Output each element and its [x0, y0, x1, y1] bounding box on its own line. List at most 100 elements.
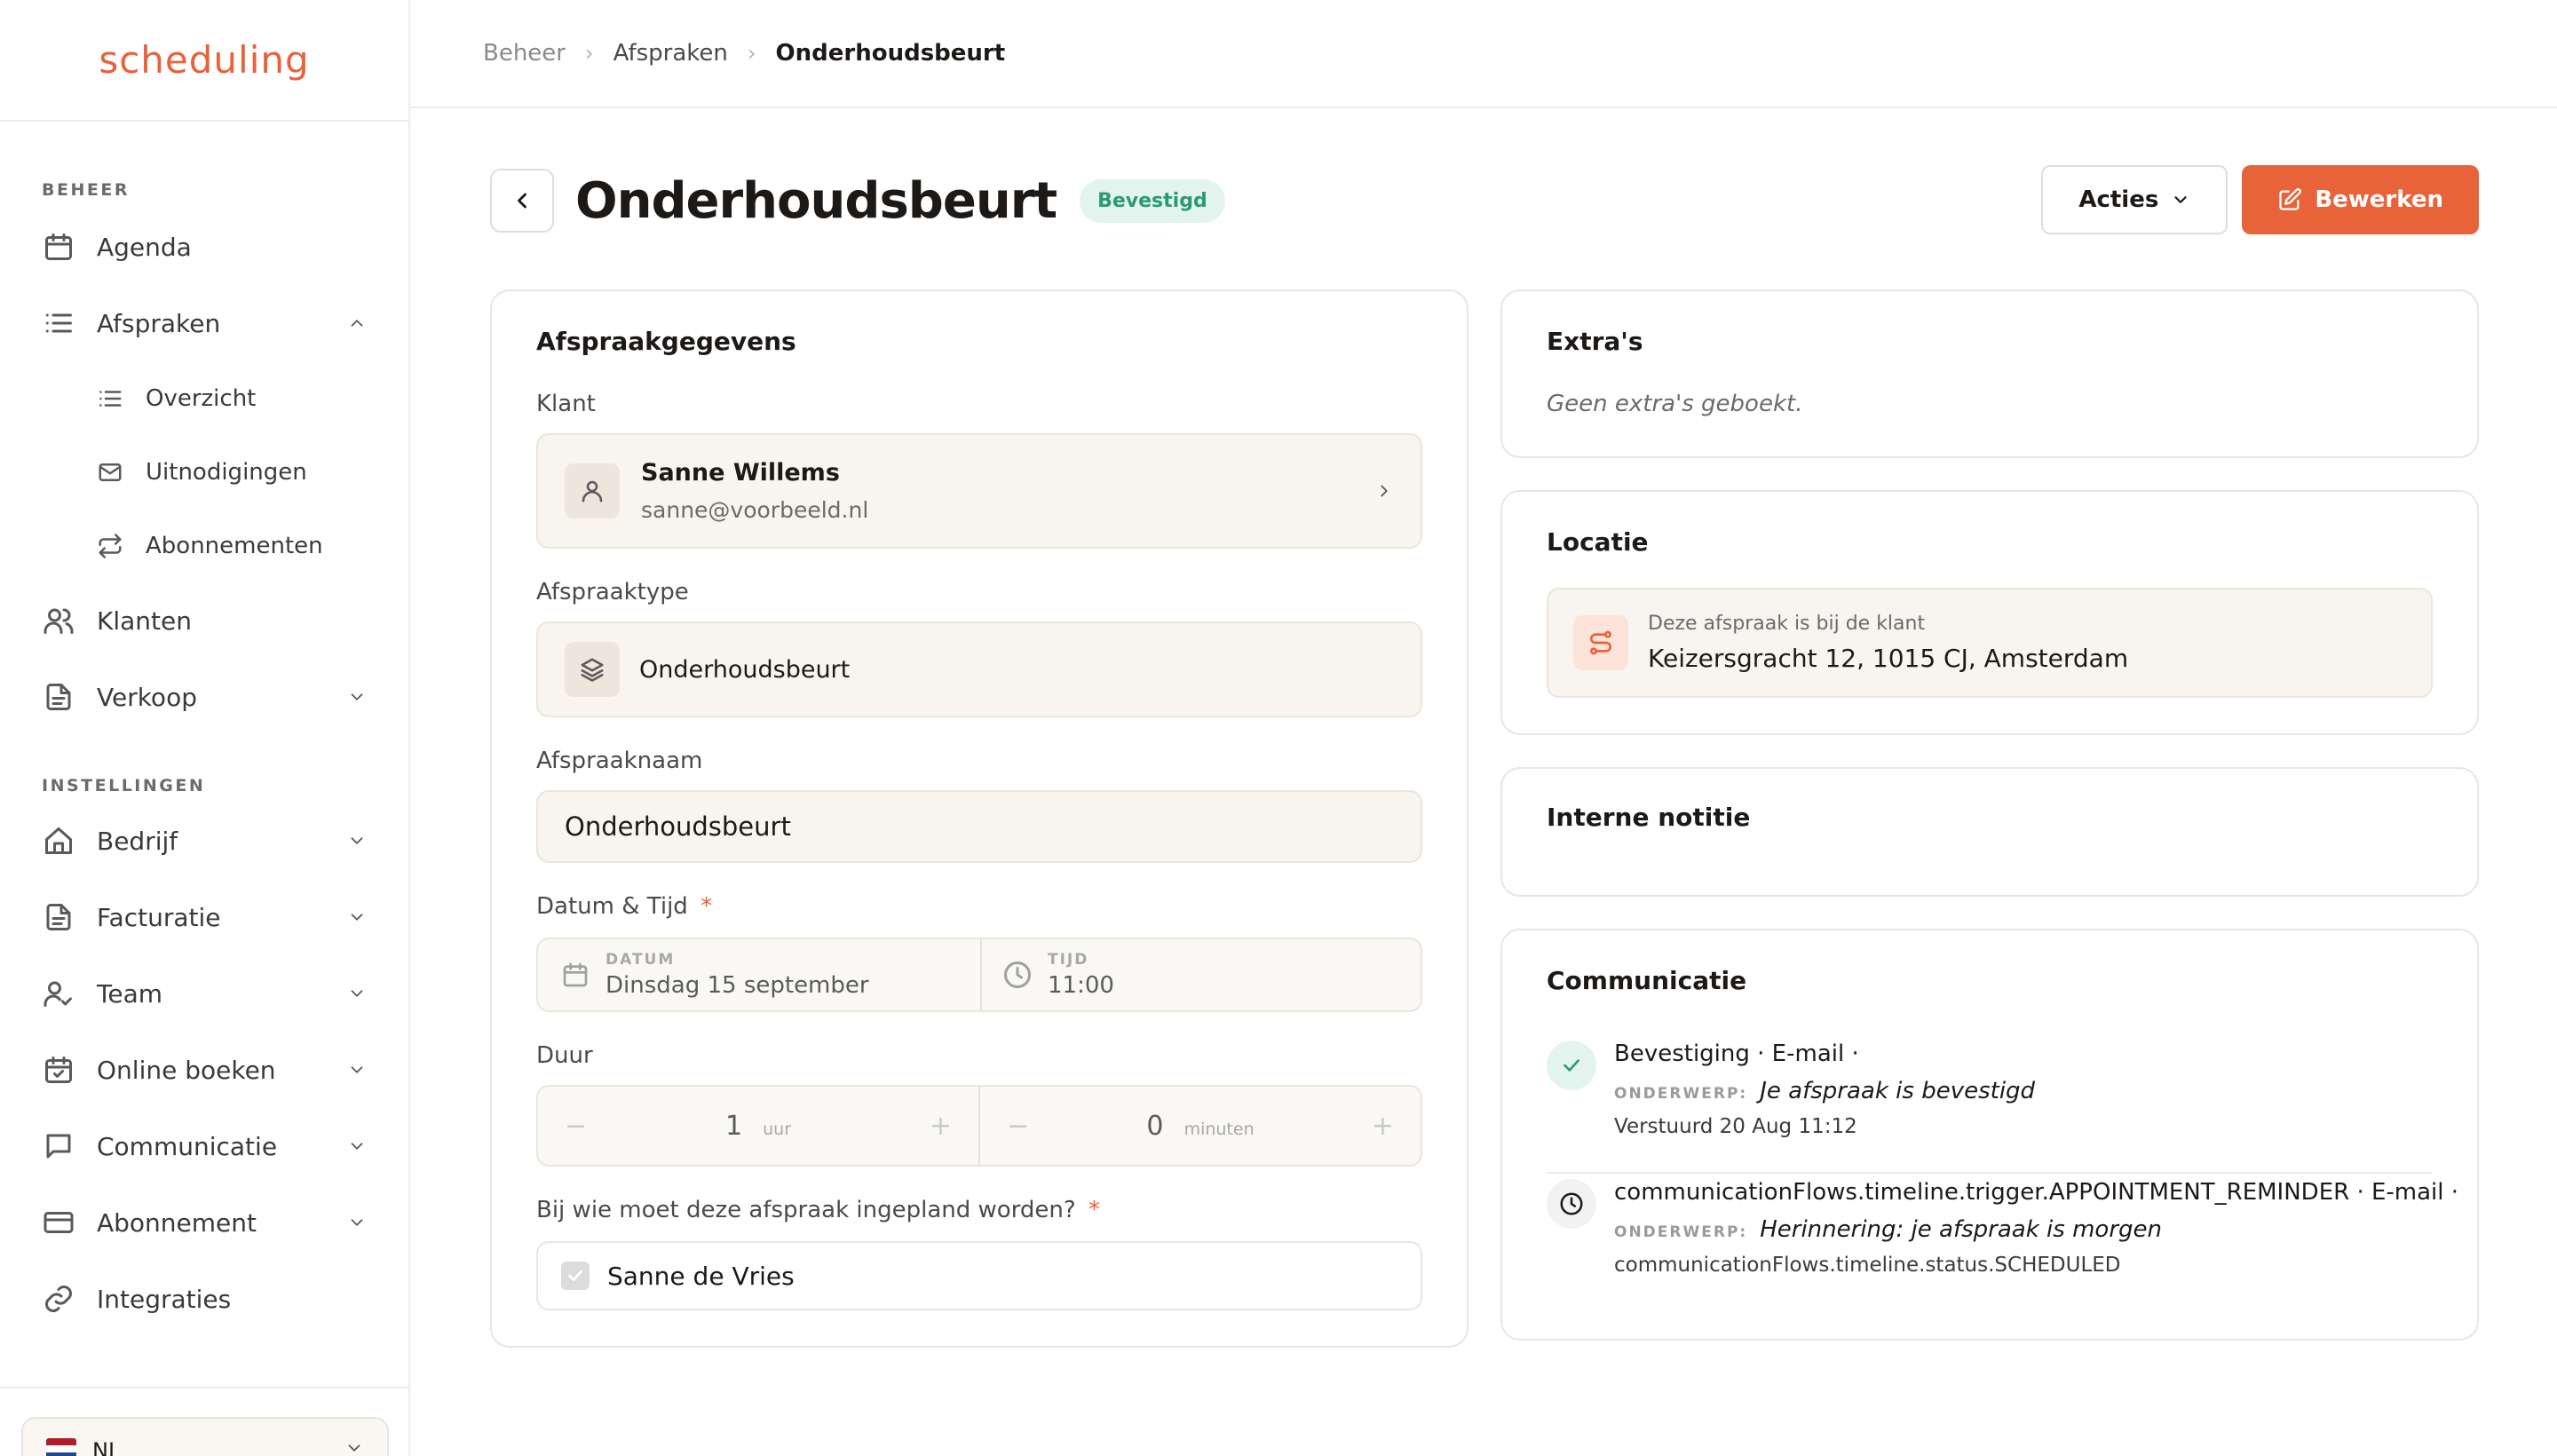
location-box: Deze afspraak is bij de klant Keizersgra… — [1547, 588, 2433, 698]
card-title: Interne notitie — [1547, 803, 1751, 832]
sidebar-item-facturatie[interactable]: Facturatie — [0, 879, 408, 955]
users-icon — [42, 604, 75, 637]
credit-card-icon — [42, 1206, 75, 1239]
appointment-type-field[interactable]: Onderhoudsbeurt — [536, 621, 1422, 717]
list-icon — [42, 306, 75, 340]
link-icon — [42, 1282, 75, 1316]
sidebar-item-label: Team — [97, 978, 163, 1009]
assign-label: Bij wie moet deze afspraak ingepland wor… — [536, 1197, 1100, 1223]
flag-nl-icon — [46, 1438, 76, 1456]
minutes-unit: minuten — [1184, 1119, 1255, 1139]
chevron-down-icon[interactable] — [347, 1060, 367, 1080]
chevron-left-icon — [518, 193, 526, 209]
sidebar-item-agenda[interactable]: Agenda — [0, 209, 408, 285]
language-label: NL — [92, 1438, 121, 1456]
chevron-down-icon[interactable] — [347, 687, 367, 707]
assignee-name: Sanne de Vries — [607, 1261, 795, 1291]
appointment-name-input[interactable]: Onderhoudsbeurt — [536, 790, 1422, 863]
chevron-down-icon — [2174, 196, 2187, 203]
sidebar-item-label: Overzicht — [146, 384, 257, 412]
date-caption: DATUM — [606, 951, 676, 969]
actions-dropdown-button[interactable]: Acties — [2041, 165, 2228, 234]
document-icon — [42, 680, 75, 714]
clock-icon — [1547, 1179, 1596, 1229]
client-selector[interactable]: Sanne Willems sanne@voorbeeld.nl — [536, 433, 1422, 549]
sidebar-item-afspraken[interactable]: Afspraken — [0, 285, 408, 361]
increment-minutes-button[interactable]: + — [1372, 1111, 1394, 1142]
hours-stepper: − 1 uur + — [538, 1087, 980, 1165]
check-icon — [568, 1270, 582, 1281]
decrement-hours-button[interactable]: − — [565, 1111, 587, 1142]
timeline-status: communicationFlows.timeline.status.SCHED… — [1614, 1254, 2121, 1277]
edit-button[interactable]: Bewerken — [2242, 165, 2479, 234]
internal-note-card: Interne notitie — [1500, 767, 2479, 897]
chevron-down-icon[interactable] — [347, 1213, 367, 1232]
chevron-down-icon[interactable] — [347, 1136, 367, 1156]
datetime-label: Datum & Tijd * — [536, 893, 712, 920]
chevron-down-icon[interactable] — [347, 907, 367, 927]
chevron-up-icon[interactable] — [347, 313, 367, 333]
datetime-label-text: Datum & Tijd — [536, 893, 688, 920]
sidebar-item-team[interactable]: Team — [0, 955, 408, 1032]
timeline-status: Verstuurd 20 Aug 11:12 — [1614, 1115, 1857, 1138]
hours-value[interactable]: 1 — [725, 1111, 742, 1142]
communication-card: Communicatie Bevestiging · E-mail · ONDE… — [1500, 929, 2479, 1341]
sidebar-item-klanten[interactable]: Klanten — [0, 582, 408, 659]
actions-label: Acties — [2078, 186, 2159, 213]
client-name: Sanne Willems — [641, 459, 840, 487]
datetime-field: DATUM Dinsdag 15 september TIJD 11:00 — [536, 938, 1422, 1012]
decrement-minutes-button[interactable]: − — [1007, 1111, 1029, 1142]
language-selector[interactable]: NL — [21, 1417, 389, 1456]
time-value: 11:00 — [1048, 972, 1114, 999]
sidebar: scheduling BEHEER Agenda Afspraken Overz… — [0, 0, 410, 1456]
sidebar-item-online-boeken[interactable]: Online boeken — [0, 1032, 408, 1108]
breadcrumb-beheer[interactable]: Beheer — [483, 40, 566, 67]
logo[interactable]: scheduling — [0, 0, 408, 122]
sidebar-item-label: Integraties — [97, 1284, 232, 1314]
subject-label: ONDERWERP: — [1614, 1223, 1748, 1241]
back-button[interactable] — [490, 169, 554, 233]
user-icon — [565, 463, 620, 518]
sidebar-item-label: Afspraken — [97, 308, 221, 338]
layers-icon — [565, 642, 620, 697]
breadcrumb-afspraken[interactable]: Afspraken — [614, 40, 728, 67]
sidebar-item-label: Uitnodigingen — [146, 458, 307, 486]
sidebar-subitem-uitnodigingen[interactable]: Uitnodigingen — [0, 435, 408, 509]
timeline-heading: Bevestiging · E-mail · — [1614, 1041, 1859, 1067]
sidebar-item-abonnement[interactable]: Abonnement — [0, 1184, 408, 1261]
sidebar-item-integraties[interactable]: Integraties — [0, 1261, 408, 1337]
sidebar-item-communicatie[interactable]: Communicatie — [0, 1108, 408, 1184]
clock-icon — [1004, 961, 1031, 988]
subject-text: Herinnering: je afspraak is morgen — [1760, 1216, 2162, 1243]
mail-icon — [96, 458, 124, 487]
timeline-heading: communicationFlows.timeline.trigger.APPO… — [1614, 1179, 2459, 1206]
chevron-down-icon[interactable] — [347, 984, 367, 1003]
section-label-beheer: BEHEER — [42, 180, 130, 200]
type-value: Onderhoudsbeurt — [639, 655, 851, 684]
extras-empty-text: Geen extra's geboekt. — [1547, 391, 1803, 417]
appointment-details-card: Afspraakgegevens Klant Sanne Willems san… — [490, 289, 1468, 1348]
card-title: Communicatie — [1547, 966, 1747, 995]
minutes-value[interactable]: 0 — [1146, 1111, 1163, 1142]
sidebar-divider — [0, 1387, 408, 1389]
chevron-right-icon: › — [585, 41, 594, 66]
sidebar-item-bedrijf[interactable]: Bedrijf — [0, 803, 408, 879]
card-title: Afspraakgegevens — [536, 327, 796, 356]
sidebar-subitem-overzicht[interactable]: Overzicht — [0, 361, 408, 435]
time-caption: TIJD — [1048, 951, 1089, 969]
type-label: Afspraaktype — [536, 579, 689, 605]
assign-label-text: Bij wie moet deze afspraak ingepland wor… — [536, 1197, 1076, 1223]
time-field[interactable]: TIJD 11:00 — [982, 939, 1421, 1010]
increment-hours-button[interactable]: + — [930, 1111, 952, 1142]
main-content: Beheer › Afspraken › Onderhoudsbeurt Ond… — [410, 0, 2557, 1456]
subject-text: Je afspraak is bevestigd — [1760, 1078, 2036, 1104]
chevron-down-icon[interactable] — [347, 831, 367, 851]
sidebar-item-verkoop[interactable]: Verkoop — [0, 659, 408, 735]
assignee-option[interactable]: Sanne de Vries — [536, 1241, 1422, 1310]
calendar-icon — [563, 962, 588, 987]
check-circle-icon — [1547, 1041, 1596, 1090]
assignee-checkbox[interactable] — [561, 1262, 590, 1290]
sidebar-subitem-abonnementen[interactable]: Abonnementen — [0, 509, 408, 582]
date-field[interactable]: DATUM Dinsdag 15 september — [538, 939, 982, 1010]
edit-icon — [2279, 188, 2302, 210]
